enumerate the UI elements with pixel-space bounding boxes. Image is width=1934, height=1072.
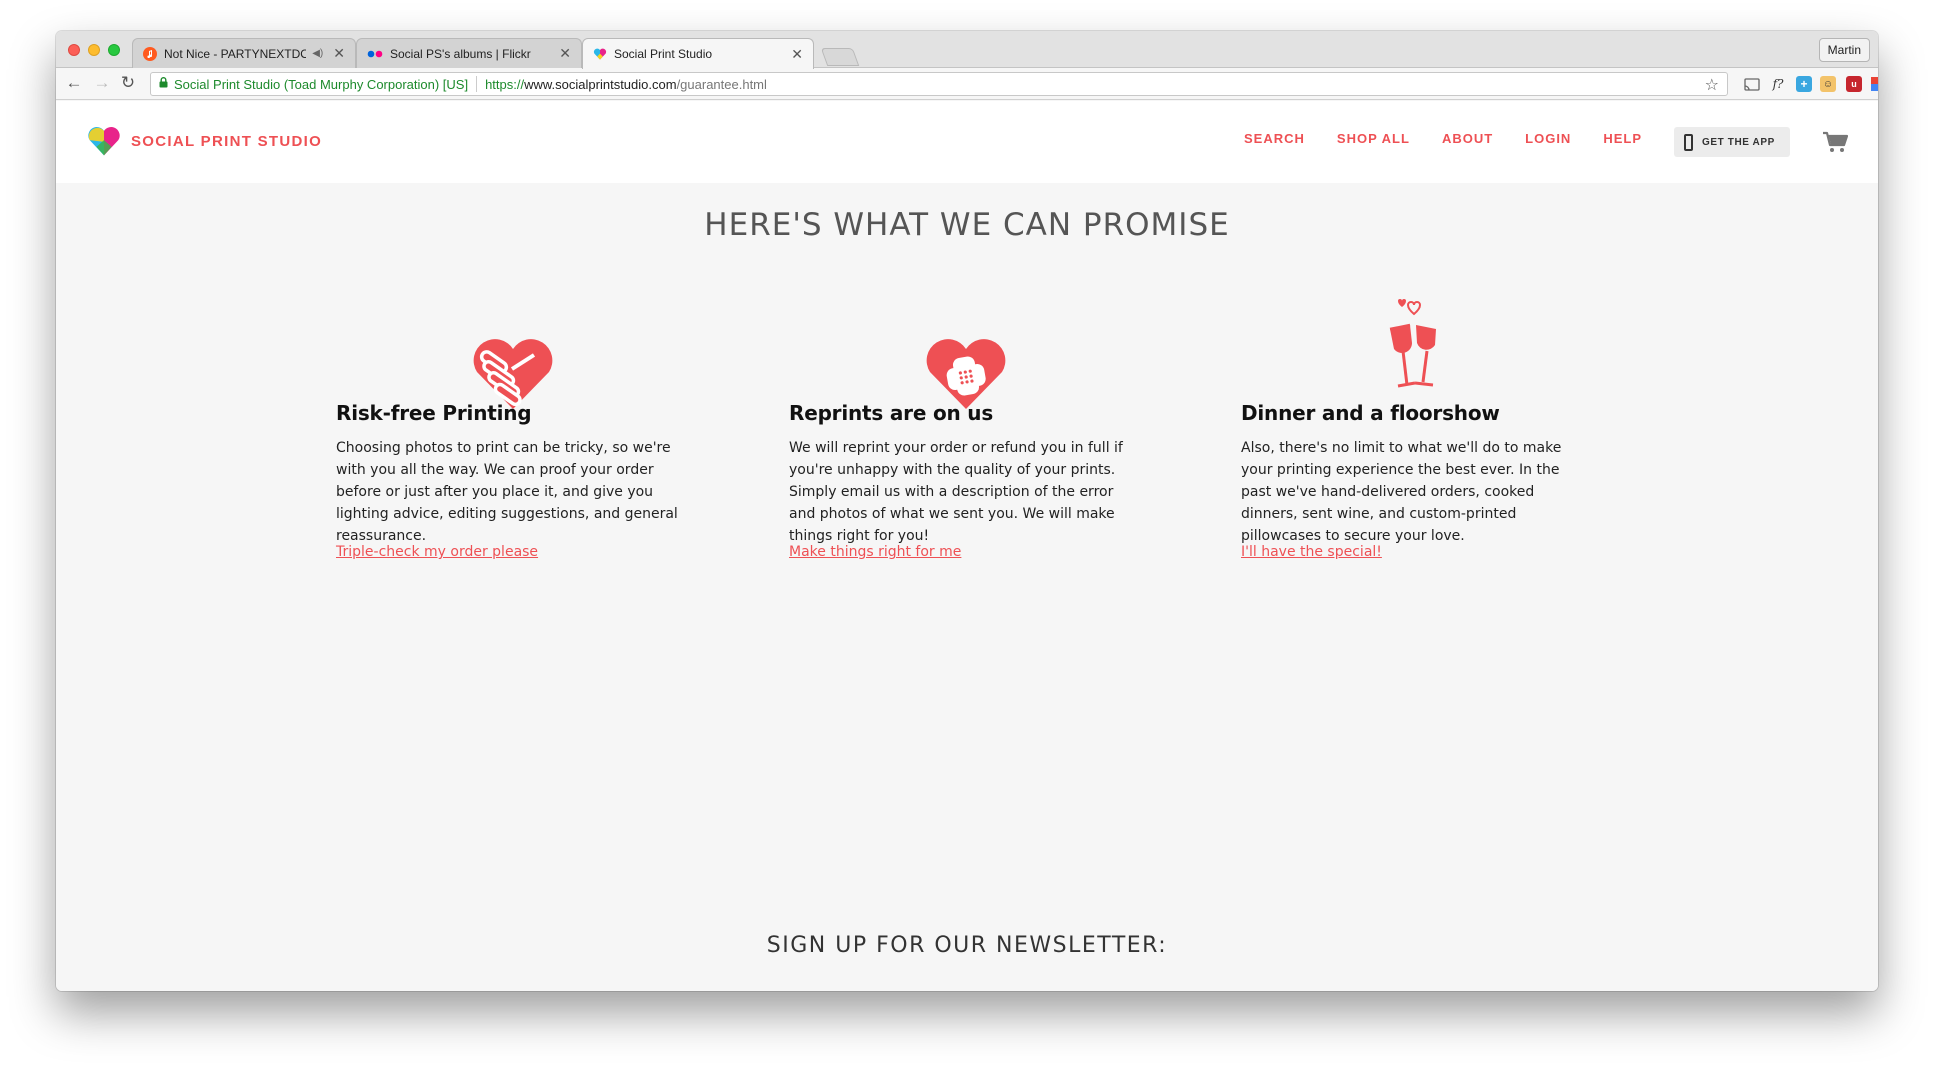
nav-about[interactable]: ABOUT — [1442, 131, 1493, 146]
font-finder-icon[interactable]: f? — [1770, 76, 1786, 92]
cast-icon[interactable] — [1744, 76, 1760, 92]
promise-title: Risk-free Printing — [336, 401, 532, 425]
plus-extension-icon[interactable]: + — [1796, 76, 1812, 92]
promise-body: Also, there's no limit to what we'll do … — [1241, 440, 1562, 544]
triple-check-link[interactable]: Triple-check my order please — [336, 544, 538, 560]
brand-name: SOCIAL PRINT STUDIO — [131, 132, 323, 150]
tab-title: Not Nice - PARTYNEXTDOC — [164, 46, 307, 61]
browser-window: Not Nice - PARTYNEXTDOC ◀) ✕ Social PS's… — [56, 31, 1878, 991]
emoji-extension-icon[interactable]: ☺ — [1820, 76, 1836, 92]
wine-glasses-icon — [1373, 291, 1463, 411]
get-the-app-label: GET THE APP — [1702, 136, 1775, 148]
forward-icon[interactable]: → — [92, 73, 112, 93]
new-tab-button[interactable] — [820, 48, 860, 66]
profile-button[interactable]: Martin — [1818, 38, 1870, 62]
page-content: SOCIAL PRINT STUDIO SEARCH SHOP ALL ABOU… — [56, 101, 1878, 991]
phone-icon — [1684, 133, 1693, 151]
url-host: www.socialprintstudio.com — [524, 76, 677, 92]
ev-certificate-name[interactable]: Social Print Studio (Toad Murphy Corpora… — [174, 77, 468, 92]
special-link[interactable]: I'll have the special! — [1241, 544, 1382, 560]
tab-flickr[interactable]: Social PS's albums | Flickr ✕ — [356, 38, 582, 68]
tab-title: Social PS's albums | Flickr — [390, 46, 531, 61]
url-scheme: https:// — [485, 76, 525, 92]
page-heading: HERE'S WHAT WE CAN PROMISE — [704, 207, 1230, 243]
make-things-right-link[interactable]: Make things right for me — [789, 544, 961, 560]
address-separator — [476, 76, 478, 92]
url-path: /guarantee.html — [676, 76, 767, 92]
tab-title: Social Print Studio — [614, 47, 713, 61]
promise-title: Reprints are on us — [789, 401, 994, 425]
colorful-extension-icon[interactable] — [1870, 76, 1878, 92]
maximize-window-button[interactable] — [108, 44, 120, 56]
nav-search[interactable]: SEARCH — [1244, 131, 1305, 146]
minimize-window-button[interactable] — [88, 44, 100, 56]
reload-icon[interactable]: ↻ — [118, 73, 138, 93]
back-icon[interactable]: ← — [64, 73, 84, 93]
star-icon[interactable]: ☆ — [1705, 75, 1719, 95]
promise-body: Choosing photos to print can be tricky, … — [336, 440, 678, 544]
close-tab-icon[interactable]: ✕ — [559, 45, 571, 62]
close-tab-icon[interactable]: ✕ — [333, 45, 345, 62]
promise-title: Dinner and a floorshow — [1241, 401, 1500, 425]
newsletter-heading: SIGN UP FOR OUR NEWSLETTER: — [766, 933, 1168, 958]
audio-playing-icon[interactable]: ◀) — [312, 48, 323, 59]
site-logo[interactable]: SOCIAL PRINT STUDIO — [87, 125, 322, 157]
nav-shop-all[interactable]: SHOP ALL — [1337, 131, 1410, 146]
nav-help[interactable]: HELP — [1603, 131, 1642, 146]
browser-toolbar: ← → ↻ Social Print Studio (Toad Murphy C… — [56, 68, 1878, 100]
music-favicon-icon — [143, 46, 157, 61]
tab-not-nice[interactable]: Not Nice - PARTYNEXTDOC ◀) ✕ — [132, 38, 356, 68]
get-the-app-button[interactable]: GET THE APP — [1674, 127, 1790, 157]
address-bar[interactable]: Social Print Studio (Toad Murphy Corpora… — [150, 72, 1728, 96]
lock-icon[interactable] — [159, 77, 168, 91]
tab-social-print-studio[interactable]: Social Print Studio ✕ — [582, 38, 814, 69]
nav-login[interactable]: LOGIN — [1525, 131, 1571, 146]
flickr-favicon-icon — [367, 47, 383, 61]
heart-logo-icon — [88, 127, 120, 156]
close-window-button[interactable] — [68, 44, 80, 56]
shield-extension-icon[interactable]: u — [1846, 76, 1862, 92]
close-tab-icon[interactable]: ✕ — [791, 46, 803, 63]
site-header: SOCIAL PRINT STUDIO SEARCH SHOP ALL ABOU… — [56, 101, 1878, 183]
main-nav: SEARCH SHOP ALL ABOUT LOGIN HELP — [1244, 131, 1642, 146]
promise-body: We will reprint your order or refund you… — [789, 440, 1123, 544]
social-print-studio-favicon-icon — [593, 47, 607, 61]
cart-icon[interactable] — [1822, 131, 1849, 158]
tab-strip: Not Nice - PARTYNEXTDOC ◀) ✕ Social PS's… — [56, 31, 1878, 69]
